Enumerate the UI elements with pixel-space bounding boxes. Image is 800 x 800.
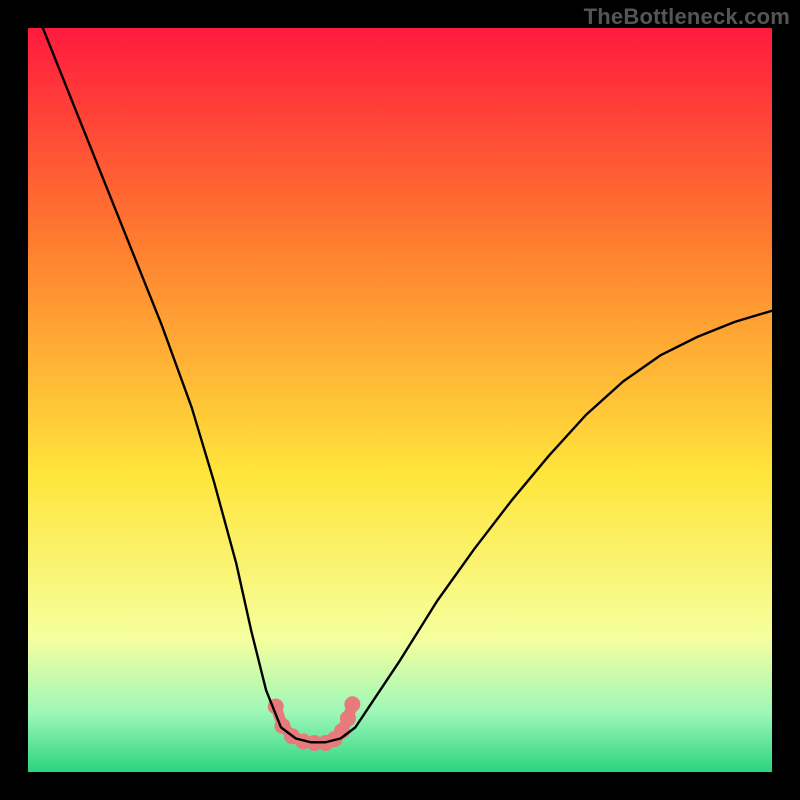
- chart-frame: { "watermark": "TheBottleneck.com", "lay…: [0, 0, 800, 800]
- data-marker-dot: [340, 710, 356, 726]
- watermark-text: TheBottleneck.com: [584, 4, 790, 30]
- bottleneck-chart: [28, 28, 772, 772]
- data-marker-dot: [344, 696, 360, 712]
